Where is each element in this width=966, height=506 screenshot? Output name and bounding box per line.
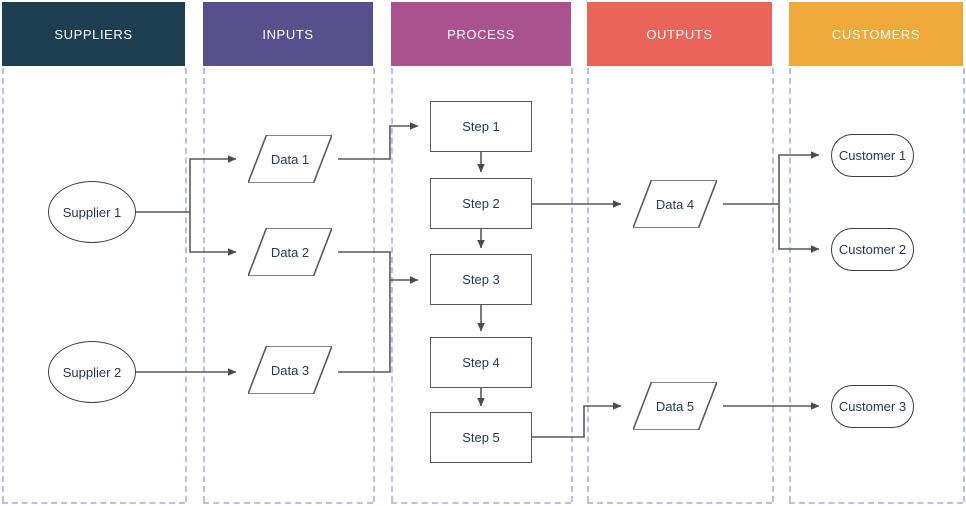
node-label: Step 5 <box>462 430 500 445</box>
node-label: Step 1 <box>462 119 500 134</box>
wire-supplier1-to-data2 <box>189 212 237 256</box>
node-supplier-1[interactable]: Supplier 1 <box>48 181 136 243</box>
node-label: Customer 1 <box>838 148 907 163</box>
node-step-4[interactable]: Step 4 <box>430 337 532 388</box>
wire-data2-to-step3 <box>338 251 419 284</box>
node-label: Data 3 <box>270 362 310 378</box>
node-label: Data 1 <box>270 151 310 167</box>
node-label: Step 2 <box>462 196 500 211</box>
node-customer-3[interactable]: Customer 3 <box>831 385 914 428</box>
node-supplier-2[interactable]: Supplier 2 <box>48 341 136 403</box>
node-data-4[interactable]: Data 4 <box>633 180 717 228</box>
node-data-2[interactable]: Data 2 <box>248 228 332 276</box>
node-customer-1[interactable]: Customer 1 <box>831 134 914 177</box>
node-label: Customer 2 <box>838 242 907 257</box>
node-label: Data 2 <box>270 244 310 260</box>
node-label: Supplier 2 <box>62 364 122 380</box>
node-label: Step 3 <box>462 272 500 287</box>
wire-data4-to-customer1 <box>778 151 820 204</box>
node-step-2[interactable]: Step 2 <box>430 178 532 229</box>
wire-data4-to-customer2 <box>778 204 820 253</box>
wire-step5-to-data5 <box>532 402 622 438</box>
sipoc-diagram-canvas: SUPPLIERS INPUTS PROCESS OUTPUTS CUSTOME… <box>0 0 966 506</box>
node-data-3[interactable]: Data 3 <box>248 346 332 394</box>
node-label: Data 4 <box>655 196 695 212</box>
node-label: Data 5 <box>655 398 695 414</box>
node-label: Customer 3 <box>838 399 907 414</box>
node-data-5[interactable]: Data 5 <box>633 382 717 430</box>
node-customer-2[interactable]: Customer 2 <box>831 228 914 271</box>
wire-supplier1-to-data1 <box>189 155 237 212</box>
wire-data1-to-step1 <box>338 122 419 160</box>
node-step-1[interactable]: Step 1 <box>430 101 532 152</box>
wire-data3-to-step3 <box>338 280 391 373</box>
node-data-1[interactable]: Data 1 <box>248 135 332 183</box>
node-step-3[interactable]: Step 3 <box>430 254 532 305</box>
node-step-5[interactable]: Step 5 <box>430 412 532 463</box>
node-label: Step 4 <box>462 355 500 370</box>
node-label: Supplier 1 <box>62 204 122 220</box>
